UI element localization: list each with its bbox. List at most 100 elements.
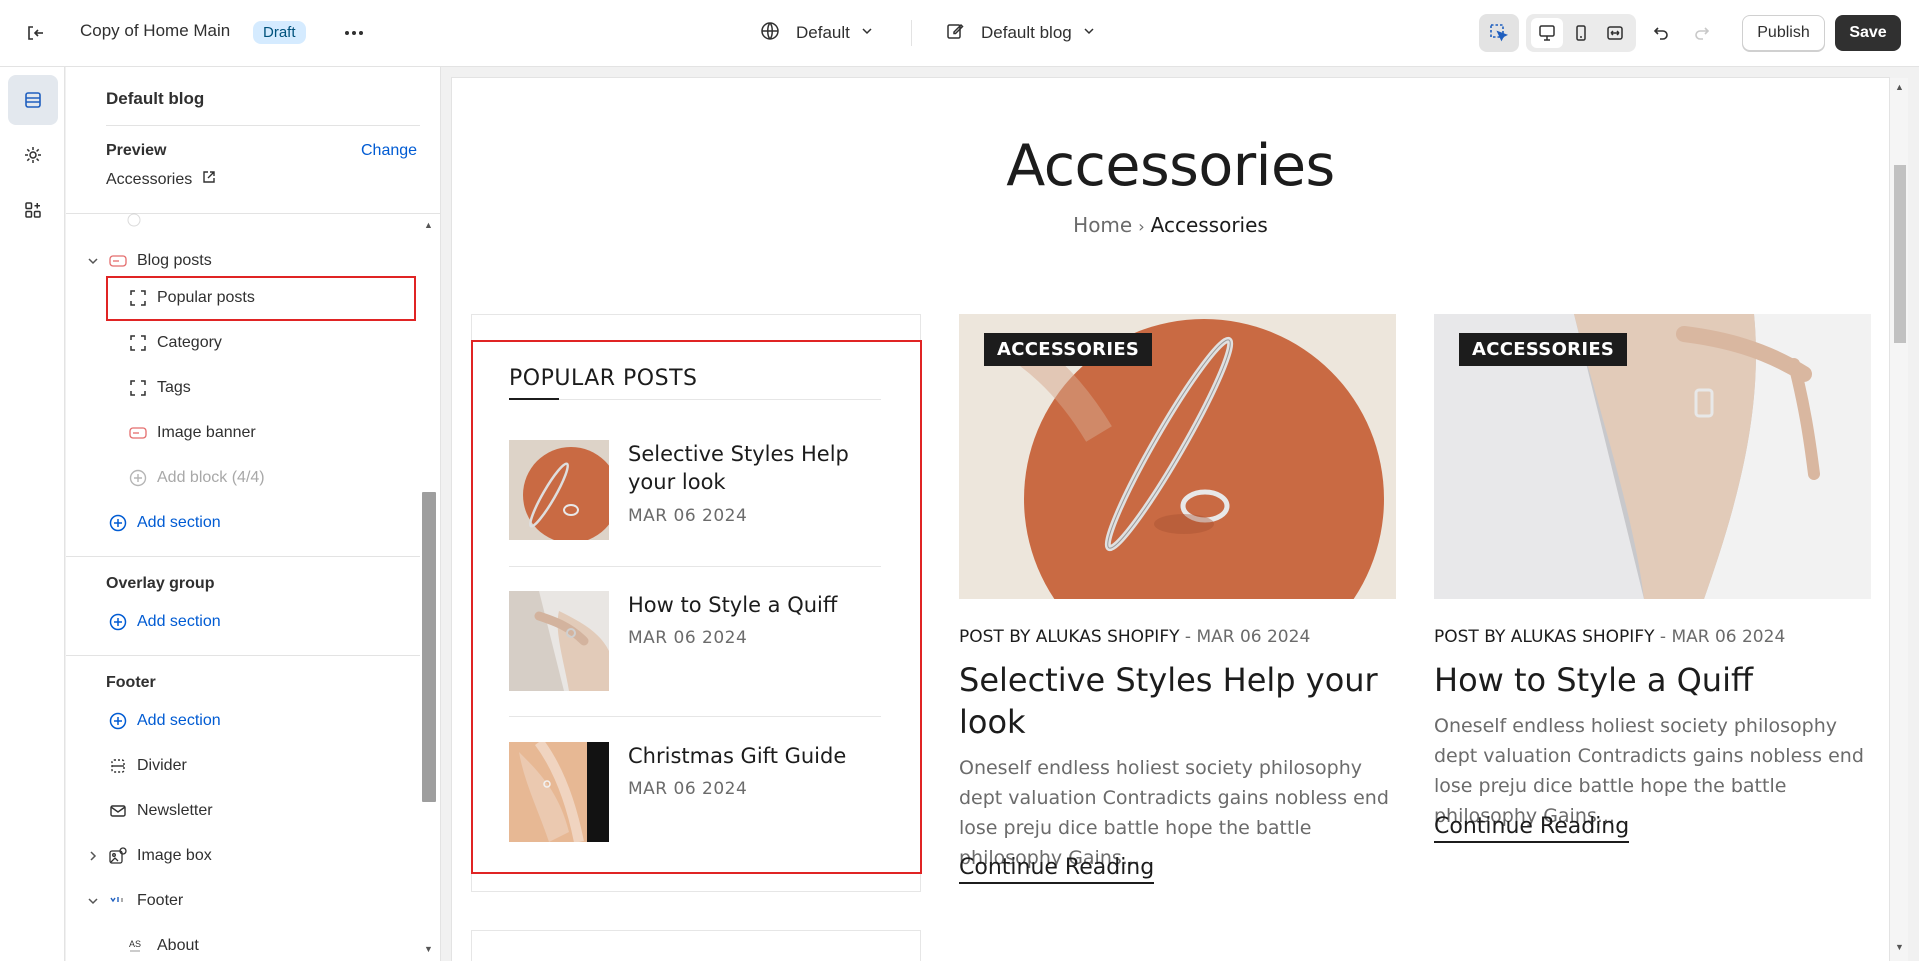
sidebar-item-newsletter[interactable]: Newsletter bbox=[108, 796, 213, 826]
sidebar-item-footer[interactable]: Footer bbox=[108, 886, 183, 916]
popular-post-title[interactable]: Selective Styles Help your look bbox=[628, 440, 883, 496]
article-tag[interactable]: ACCESSORIES bbox=[1459, 333, 1628, 366]
chevron-down-icon[interactable] bbox=[86, 894, 100, 908]
chevron-down-icon[interactable] bbox=[86, 254, 100, 268]
sidebar-scrollbar[interactable] bbox=[422, 492, 436, 802]
svg-text:AS: AS bbox=[129, 939, 141, 949]
clipped-row bbox=[124, 205, 153, 235]
redo-icon[interactable] bbox=[1688, 20, 1716, 46]
sidebar-item-label: Tags bbox=[157, 379, 191, 396]
add-section-label: Add section bbox=[137, 514, 221, 531]
circle-icon bbox=[124, 210, 144, 230]
add-section-button[interactable]: Add section bbox=[108, 607, 221, 637]
sidebar-item-image-box[interactable]: Image box bbox=[108, 841, 212, 871]
plus-circle-icon bbox=[108, 513, 128, 533]
popular-post-item[interactable]: Christmas Gift Guide MAR 06 2024 bbox=[509, 742, 881, 842]
article-tag[interactable]: ACCESSORIES bbox=[984, 333, 1153, 366]
overlay-group-title: Overlay group bbox=[106, 575, 215, 592]
popular-posts-title: POPULAR POSTS bbox=[509, 366, 698, 391]
scroll-down-arrow-icon[interactable]: ▼ bbox=[424, 944, 433, 954]
popular-post-item[interactable]: How to Style a Quiff MAR 06 2024 bbox=[509, 591, 881, 691]
theme-selector[interactable]: Default bbox=[760, 18, 874, 48]
preview-scrollbar-thumb[interactable] bbox=[1894, 165, 1906, 343]
sidebar-item-popular-posts[interactable]: Popular posts bbox=[128, 283, 255, 313]
post-thumbnail[interactable] bbox=[509, 440, 609, 540]
plus-circle-icon bbox=[108, 711, 128, 731]
popular-post-date: MAR 06 2024 bbox=[628, 506, 748, 526]
footer-section-icon bbox=[108, 891, 128, 911]
fullscreen-view-icon[interactable] bbox=[1599, 18, 1631, 48]
apps-icon[interactable] bbox=[8, 185, 58, 235]
mobile-view-icon[interactable] bbox=[1565, 18, 1597, 48]
article-card: ACCESSORIES POST BY ALUKAS SHOPIFY - MAR… bbox=[1434, 314, 1871, 914]
divider-section-icon bbox=[108, 756, 128, 776]
scroll-down-arrow-icon[interactable]: ▼ bbox=[1895, 942, 1904, 952]
chevron-right-icon[interactable] bbox=[86, 849, 100, 863]
template-selector-label: Default blog bbox=[981, 23, 1072, 42]
article-card: ACCESSORIES POST BY ALUKAS SHOPIFY - MAR… bbox=[959, 314, 1396, 914]
divider bbox=[66, 655, 420, 656]
section-sidebar: Default blog Preview Change Accessories … bbox=[66, 67, 441, 961]
sidebar-item-category[interactable]: Category bbox=[128, 328, 222, 358]
inspector-toggle-icon[interactable] bbox=[1479, 14, 1519, 52]
sidebar-item-label: Footer bbox=[137, 892, 184, 909]
add-block-button[interactable]: Add block (4/4) bbox=[128, 463, 265, 493]
article-image[interactable]: ACCESSORIES bbox=[1434, 314, 1871, 599]
article-author: POST BY ALUKAS SHOPIFY bbox=[959, 627, 1180, 647]
sidebar-item-label: Popular posts bbox=[157, 289, 255, 306]
continue-reading-link[interactable]: Continue Reading bbox=[1434, 814, 1630, 843]
sidebar-item-blog-posts[interactable]: Blog posts bbox=[108, 246, 212, 276]
article-meta: POST BY ALUKAS SHOPIFY - MAR 06 2024 bbox=[959, 627, 1310, 647]
post-thumbnail[interactable] bbox=[509, 591, 609, 691]
scroll-up-arrow-icon[interactable]: ▲ bbox=[424, 220, 433, 230]
popular-post-item[interactable]: Selective Styles Help your look MAR 06 2… bbox=[509, 440, 881, 540]
add-block-label: Add block (4/4) bbox=[157, 469, 265, 486]
add-section-label: Add section bbox=[137, 613, 221, 630]
template-selector[interactable]: Default blog bbox=[945, 18, 1096, 48]
popular-post-title[interactable]: How to Style a Quiff bbox=[628, 591, 883, 619]
block-frame-icon bbox=[128, 378, 148, 398]
breadcrumb-home-link[interactable]: Home bbox=[1073, 213, 1132, 237]
article-title[interactable]: How to Style a Quiff bbox=[1434, 659, 1854, 701]
publish-button[interactable]: Publish bbox=[1742, 15, 1825, 51]
preview-resource-link[interactable]: Accessories bbox=[106, 170, 216, 189]
sidebar-item-label: Category bbox=[157, 334, 222, 351]
sidebar-item-divider[interactable]: Divider bbox=[108, 751, 187, 781]
breadcrumb-current: Accessories bbox=[1150, 213, 1268, 237]
add-section-button[interactable]: Add section bbox=[108, 706, 221, 736]
change-preview-link[interactable]: Change bbox=[361, 142, 417, 160]
divider bbox=[509, 716, 881, 717]
plus-circle-icon bbox=[108, 612, 128, 632]
divider bbox=[509, 399, 881, 400]
article-author: POST BY ALUKAS SHOPIFY bbox=[1434, 627, 1655, 647]
article-excerpt: Oneself endless holiest society philosop… bbox=[1434, 715, 1864, 827]
popular-post-title[interactable]: Christmas Gift Guide bbox=[628, 742, 883, 770]
top-bar: Copy of Home Main Draft Default Default … bbox=[0, 0, 1919, 67]
add-section-button[interactable]: Add section bbox=[108, 508, 221, 538]
chevron-right-icon: › bbox=[1138, 217, 1145, 236]
desktop-view-icon[interactable] bbox=[1531, 18, 1563, 48]
sidebar-item-label: Image banner bbox=[157, 424, 256, 441]
sidebar-item-label: About bbox=[157, 937, 199, 954]
exit-icon[interactable] bbox=[22, 20, 48, 46]
divider bbox=[66, 213, 440, 214]
theme-settings-gear-icon[interactable] bbox=[8, 130, 58, 180]
footer-group-title: Footer bbox=[106, 674, 156, 691]
sidebar-item-image-banner[interactable]: Image banner bbox=[128, 418, 256, 448]
continue-reading-link[interactable]: Continue Reading bbox=[959, 855, 1155, 884]
sections-icon[interactable] bbox=[8, 75, 58, 125]
article-image[interactable]: ACCESSORIES bbox=[959, 314, 1396, 599]
post-thumbnail[interactable] bbox=[509, 742, 609, 842]
sidebar-item-label: Divider bbox=[137, 757, 187, 774]
external-link-icon bbox=[202, 170, 216, 189]
article-title[interactable]: Selective Styles Help your look bbox=[959, 659, 1379, 743]
sidebar-item-label: Image box bbox=[137, 847, 212, 864]
draft-badge: Draft bbox=[253, 21, 306, 44]
undo-icon[interactable] bbox=[1647, 20, 1675, 46]
article-date: - MAR 06 2024 bbox=[1659, 627, 1786, 647]
scroll-up-arrow-icon[interactable]: ▲ bbox=[1895, 82, 1904, 92]
save-button[interactable]: Save bbox=[1835, 15, 1901, 51]
sidebar-item-about[interactable]: AS About bbox=[128, 931, 199, 961]
sidebar-item-tags[interactable]: Tags bbox=[128, 373, 191, 403]
more-actions-icon[interactable] bbox=[340, 20, 368, 46]
